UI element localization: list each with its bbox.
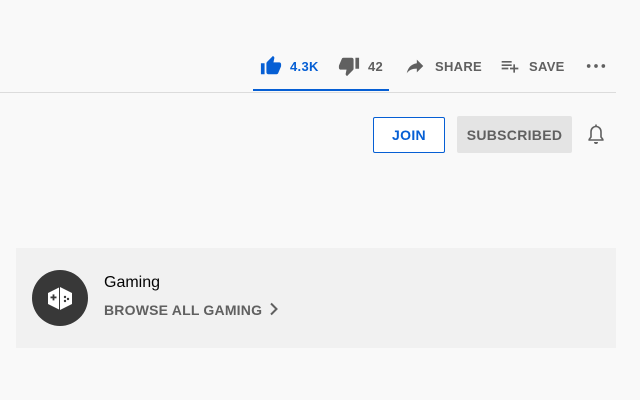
share-button[interactable]: SHARE: [404, 40, 482, 92]
share-arrow-icon: [404, 55, 426, 77]
category-title: Gaming: [104, 274, 161, 291]
gamepad-icon[interactable]: [32, 270, 88, 326]
more-actions-button[interactable]: [585, 40, 607, 92]
browse-link-label: BROWSE ALL GAMING: [104, 302, 263, 318]
save-label: SAVE: [529, 58, 565, 74]
share-label: SHARE: [435, 58, 483, 74]
dislike-count: 42: [368, 58, 384, 74]
dislike-button[interactable]: 42: [338, 40, 383, 92]
join-button[interactable]: JOIN: [373, 117, 445, 153]
video-action-bar: 4.3K 42 SHARE SAVE: [0, 40, 616, 93]
chevron-right-icon: [262, 302, 280, 319]
subscribed-button[interactable]: SUBSCRIBED: [457, 116, 572, 153]
bell-icon[interactable]: [584, 123, 608, 147]
like-count: 4.3K: [290, 58, 319, 74]
playlist-add-icon: [500, 56, 520, 76]
thumb-up-icon: [260, 55, 282, 77]
thumb-down-icon: [338, 55, 360, 77]
more-horizontal-icon: [585, 55, 607, 77]
save-button[interactable]: SAVE: [500, 40, 565, 92]
browse-category-link[interactable]: BROWSE ALL GAMING: [104, 300, 280, 320]
category-card: Gaming BROWSE ALL GAMING: [16, 248, 616, 348]
